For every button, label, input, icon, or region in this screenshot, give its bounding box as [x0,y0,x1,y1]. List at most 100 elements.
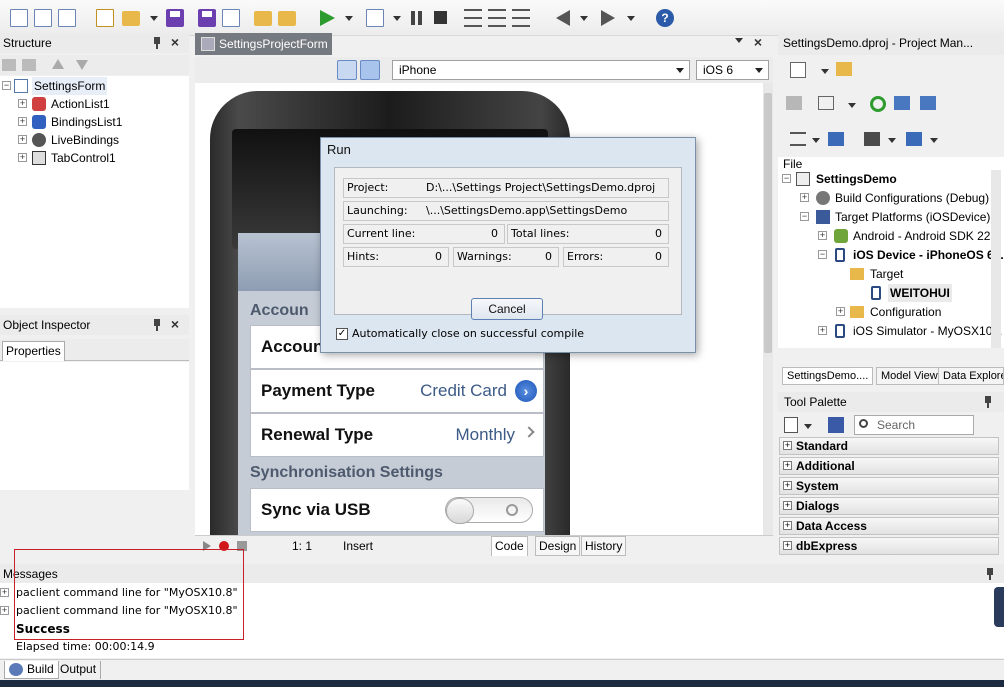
new-item-icon[interactable] [790,62,806,78]
tab-output[interactable]: Output [56,661,102,679]
sync-toggle-switch[interactable] [445,497,533,524]
new-items-icon[interactable] [96,9,114,27]
back-arrow-icon[interactable] [556,10,570,26]
tool-palette-title: Tool Palette [778,392,1004,412]
move-up-icon[interactable] [52,59,64,69]
tab-code[interactable]: Code [491,536,528,556]
category-label: System [796,479,839,493]
new-unit-icon[interactable] [58,9,76,27]
tab-history[interactable]: History [581,536,627,556]
save-icon[interactable] [166,9,184,27]
trace-into-icon[interactable] [464,9,482,27]
os-select[interactable]: iOS 6 [696,60,769,80]
ios-cell-value: Monthly [455,425,515,444]
tab-design[interactable]: Design [535,536,581,556]
forward-arrow-icon[interactable] [601,10,615,26]
device-select[interactable]: iPhone [392,60,690,80]
expand-all-icon[interactable] [2,59,16,71]
chevron-down-icon[interactable] [848,103,856,108]
pointer-icon[interactable] [828,417,844,433]
forward-dropdown-icon[interactable] [627,16,635,21]
project-tree-scrollbar[interactable] [991,170,1001,348]
checkbox-checked-icon[interactable]: ✓ [336,328,348,340]
close-file-icon[interactable] [222,9,240,27]
stop-icon[interactable] [434,11,447,24]
run-without-debug-icon[interactable] [366,9,384,27]
sync-icon[interactable] [786,96,802,110]
chevron-down-icon[interactable] [930,138,938,143]
help-icon[interactable]: ? [656,9,674,27]
step-over-icon[interactable] [488,9,506,27]
run-without-debug-dropdown-icon[interactable] [393,16,401,21]
run-dropdown-icon[interactable] [345,16,353,21]
object-inspector-grid [0,362,189,490]
pause-icon[interactable] [408,9,426,27]
run-until-return-icon[interactable] [512,9,530,27]
tab-model-view[interactable]: Model View [876,367,943,385]
tool-palette-search[interactable]: Search [854,415,974,435]
refresh-icon[interactable] [870,96,886,112]
tab-project[interactable]: SettingsDemo.... [782,367,874,385]
ios-cell-sync-usb[interactable]: Sync via USB [250,488,544,532]
expand-tree-icon[interactable] [894,96,910,110]
save-all-icon[interactable] [198,9,216,27]
ios-device-icon [871,286,881,300]
side-handle[interactable] [994,587,1004,627]
compile-icon[interactable] [906,132,922,146]
chevron-down-icon[interactable] [804,424,812,429]
messages-tabs: Build Output [0,659,1004,679]
new-file-icon[interactable] [10,9,28,27]
run-icon[interactable] [320,10,335,26]
chevron-down-icon[interactable] [888,138,896,143]
chevron-down-icon[interactable] [821,69,829,74]
palette-category[interactable]: + Data Access [779,517,999,535]
tab-list-dropdown-icon[interactable] [735,38,743,43]
hints-label: Hints: [347,250,380,263]
add-to-project-icon[interactable] [254,11,272,26]
folder-icon [850,268,864,280]
ios-cell-payment-type[interactable]: Payment Type Credit Card › [250,369,544,413]
pin-icon[interactable] [984,396,992,408]
back-dropdown-icon[interactable] [580,16,588,21]
close-icon[interactable]: × [168,317,182,331]
orientation-landscape-icon[interactable] [337,60,357,80]
pin-icon[interactable] [153,37,161,49]
ios-cell-renewal-type[interactable]: Renewal Type Monthly [250,413,544,457]
palette-category[interactable]: + Standard [779,437,999,455]
list-icon[interactable] [790,132,806,146]
new-form-icon[interactable] [34,9,52,27]
chevron-down-icon[interactable] [812,138,820,143]
options-icon[interactable] [828,132,844,146]
tab-build[interactable]: Build [4,661,59,679]
view-icon[interactable] [818,96,834,110]
pin-icon[interactable] [153,319,161,331]
disclosure-button-icon[interactable]: › [515,380,537,402]
categories-icon[interactable] [784,417,798,433]
close-icon[interactable]: × [751,35,765,49]
orientation-portrait-icon[interactable] [360,60,380,80]
project-value: D:\...\Settings Project\SettingsDemo.dpr… [426,181,656,194]
expand-icon[interactable]: + [0,588,9,597]
add-folder-icon[interactable] [836,62,852,76]
open-icon[interactable] [122,11,140,26]
move-down-icon[interactable] [76,60,88,70]
cancel-button[interactable]: Cancel [471,298,543,320]
remove-from-project-icon[interactable] [278,11,296,26]
palette-category[interactable]: + Additional [779,457,999,475]
scrollbar-thumb[interactable] [764,93,772,353]
open-dropdown-icon[interactable] [150,16,158,21]
expand-icon[interactable]: + [0,606,9,615]
tab-data-explorer[interactable]: Data Explore [938,367,1004,385]
palette-category[interactable]: + System [779,477,999,495]
tab-settingsprojectform[interactable]: SettingsProjectForm [195,33,332,55]
designer-scrollbar[interactable] [763,83,773,535]
tab-properties[interactable]: Properties [2,341,65,361]
build-icon[interactable] [864,132,880,146]
close-icon[interactable]: × [168,35,182,49]
collapse-tree-icon[interactable] [920,96,936,110]
collapse-all-icon[interactable] [22,59,36,71]
autoclose-checkbox[interactable]: ✓ Automatically close on successful comp… [336,327,584,341]
pin-icon[interactable] [986,568,994,580]
palette-category[interactable]: + Dialogs [779,497,999,515]
palette-category[interactable]: + dbExpress [779,537,999,555]
